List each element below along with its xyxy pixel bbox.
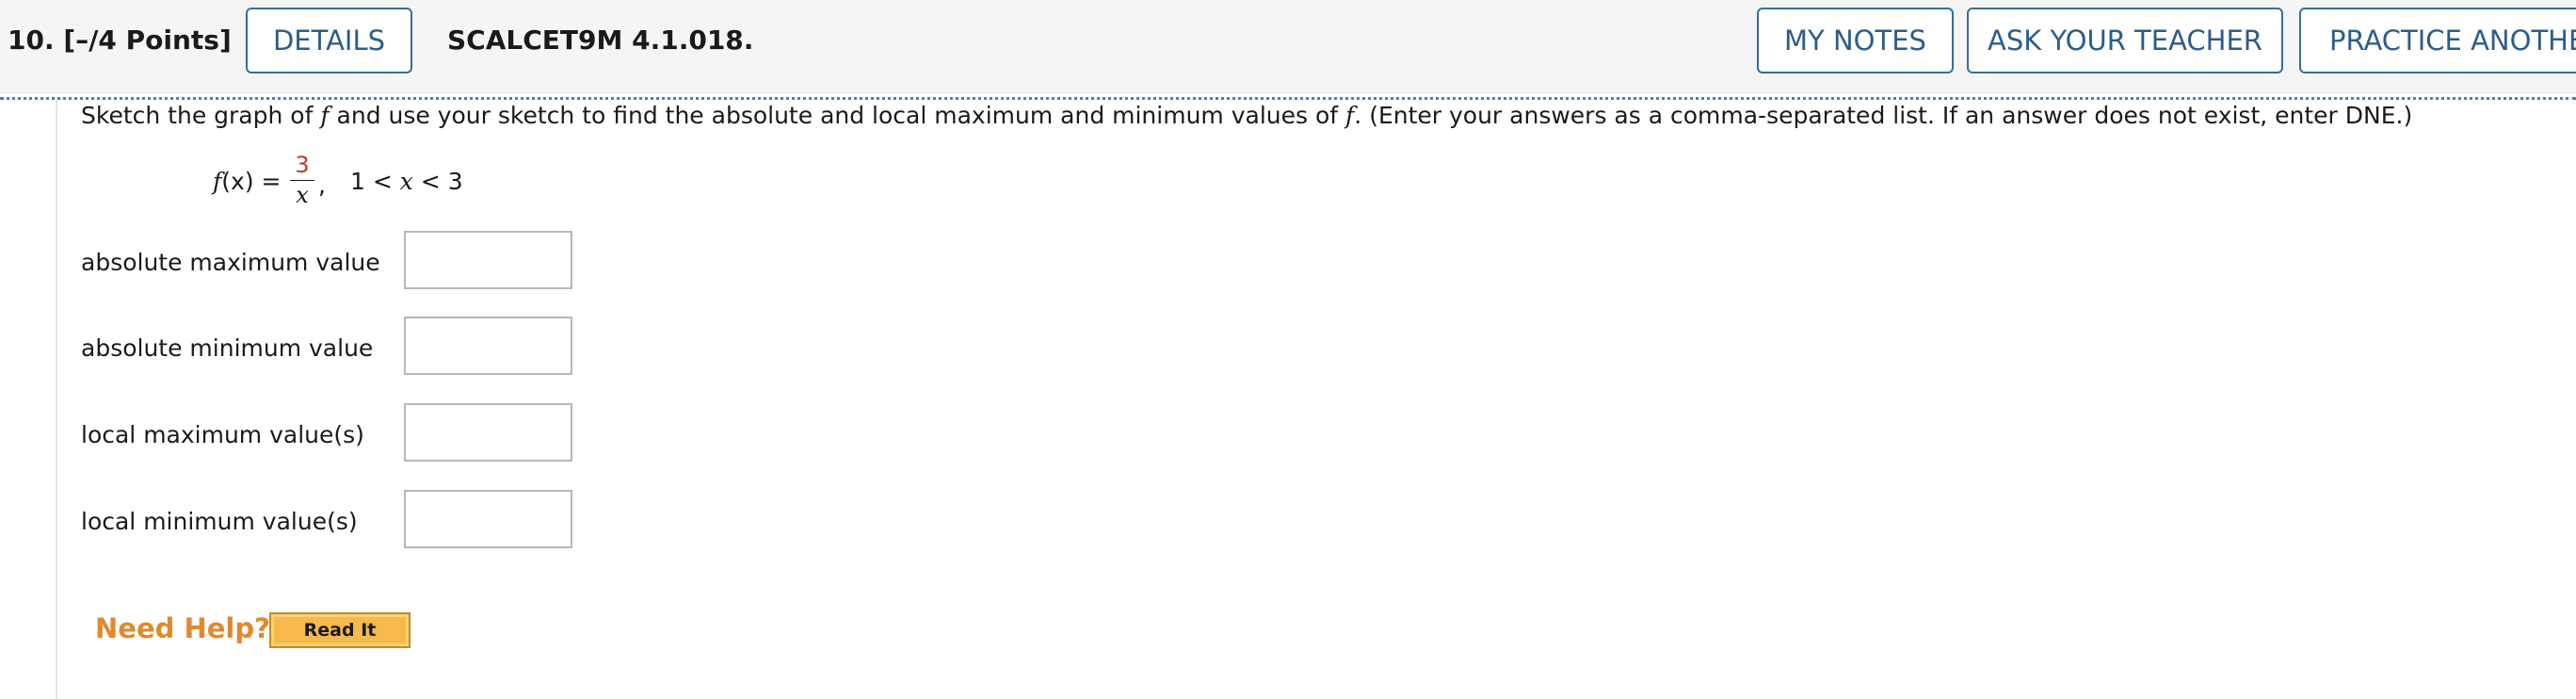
formula-fraction: 3 x — [288, 151, 316, 208]
instructions-f-2: f — [1345, 102, 1355, 129]
local-min-label: local minimum value(s) — [81, 508, 358, 535]
question-page: 10. [–/4 Points] DETAILS SCALCET9M 4.1.0… — [0, 0, 2576, 699]
formula-lhs: f(x) = — [213, 168, 281, 195]
abs-min-input[interactable] — [404, 317, 572, 375]
question-header: 10. [–/4 Points] DETAILS SCALCET9M 4.1.0… — [0, 0, 2576, 93]
problem-code: SCALCET9M 4.1.018. — [447, 24, 754, 56]
formula-domain: 1 < x < 3 — [350, 168, 463, 195]
question-title: 10. [–/4 Points] — [8, 24, 232, 56]
fraction-bar — [290, 180, 314, 181]
formula-numerator: 3 — [295, 152, 310, 178]
my-notes-button[interactable]: MY NOTES — [1757, 8, 1954, 73]
left-margin-rule — [56, 100, 57, 699]
local-min-input[interactable] — [404, 490, 572, 548]
points-label: [–/4 Points] — [63, 24, 232, 56]
read-it-button[interactable]: Read It — [269, 612, 411, 648]
domain-right: < 3 — [412, 168, 463, 195]
instructions-text-2: and use your sketch to find the absolute… — [329, 102, 1346, 129]
instructions-text-1: Sketch the graph of — [81, 102, 321, 129]
formula-lhs-rest: (x) = — [221, 168, 282, 195]
domain-var: x — [399, 168, 413, 195]
details-button[interactable]: DETAILS — [246, 8, 412, 73]
instructions-text-3: . (Enter your answers as a comma-separat… — [1354, 102, 2413, 129]
ask-teacher-button[interactable]: ASK YOUR TEACHER — [1967, 8, 2283, 73]
header-divider — [0, 97, 2576, 100]
abs-min-label: absolute minimum value — [81, 334, 374, 362]
practice-another-button[interactable]: PRACTICE ANOTHER — [2299, 8, 2576, 73]
need-help-label: Need Help? — [95, 612, 270, 644]
local-max-label: local maximum value(s) — [81, 421, 364, 448]
question-instructions: Sketch the graph of f and use your sketc… — [81, 102, 2412, 129]
formula-denominator: x — [296, 182, 309, 208]
abs-max-input[interactable] — [404, 231, 572, 289]
formula-f: f — [213, 168, 222, 195]
domain-left: 1 < — [350, 168, 400, 195]
question-number: 10. — [8, 24, 55, 56]
instructions-f-1: f — [320, 102, 330, 129]
local-max-input[interactable] — [404, 403, 572, 462]
formula-comma: , — [318, 171, 326, 199]
abs-max-label: absolute maximum value — [81, 249, 380, 276]
